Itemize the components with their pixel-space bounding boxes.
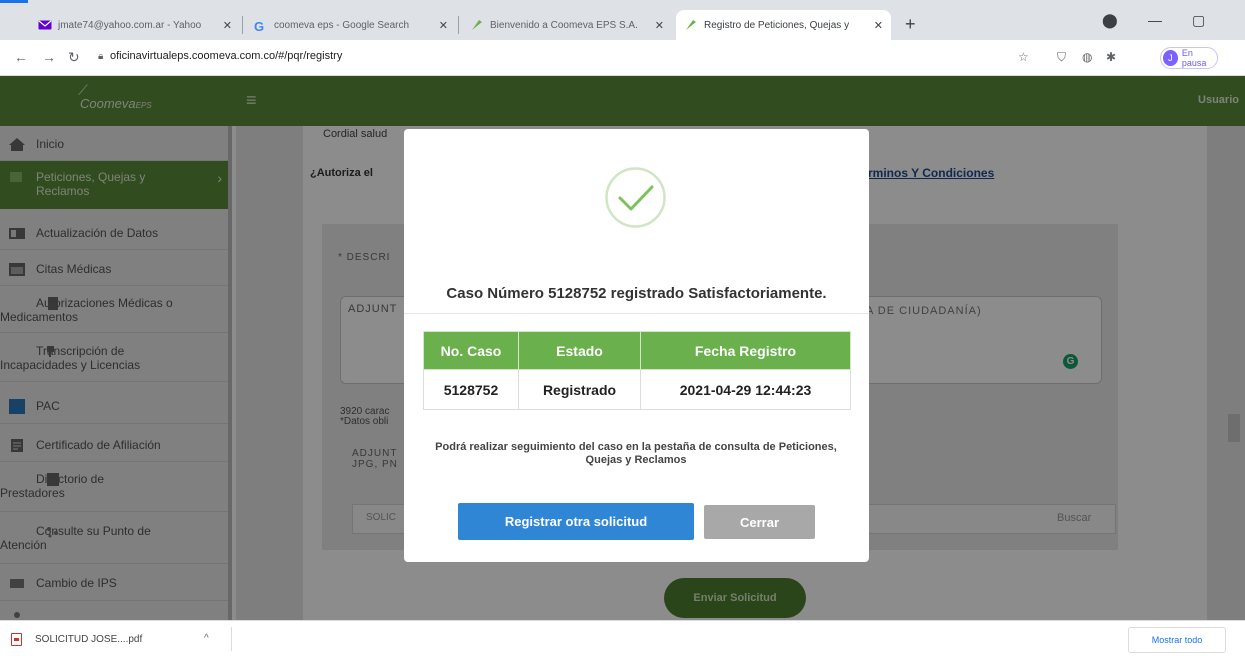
col-header-case-number: No. Caso (423, 331, 519, 370)
close-icon[interactable]: ✕ (215, 19, 232, 32)
browser-tab-strip: jmate74@yahoo.com.ar - Yahoo ✕ G coomeva… (0, 0, 1245, 40)
tab-title: coomeva eps - Google Search (274, 19, 410, 31)
cell-case-number: 5128752 (423, 369, 519, 410)
lock-icon[interactable]: 🔒︎ (98, 51, 103, 62)
profile-status: En pausa (1181, 48, 1207, 68)
record-icon[interactable]: ⬤ (1102, 12, 1118, 29)
table-header-row: No. Caso Estado Fecha Registro (423, 331, 851, 370)
chevron-up-icon[interactable]: ^ (204, 633, 209, 644)
modal-divider (404, 313, 869, 314)
download-item[interactable]: SOLICITUD JOSE....pdf (35, 634, 142, 645)
col-header-registration-date: Fecha Registro (640, 331, 851, 370)
shield-extension-icon[interactable]: ⛉ (1057, 50, 1066, 65)
star-icon[interactable]: ☆ (1018, 50, 1029, 64)
download-bar: SOLICITUD JOSE....pdf ^ Mostrar todo (0, 620, 1245, 656)
success-check-icon (596, 166, 675, 229)
avatar: J (1163, 50, 1178, 66)
back-arrow-icon[interactable]: ← (14, 49, 28, 65)
tab-coomeva-home[interactable]: Bienvenido a Coomeva EPS S.A. ✕ (462, 10, 672, 40)
follow-up-note: Podrá realizar seguimiento del caso en l… (435, 441, 837, 466)
google-icon: G (254, 19, 265, 34)
tab-yahoo[interactable]: jmate74@yahoo.com.ar - Yahoo ✕ (30, 10, 240, 40)
coomeva-leaf-icon (684, 19, 698, 31)
col-header-status: Estado (518, 331, 641, 370)
close-icon[interactable]: ✕ (431, 19, 448, 32)
download-separator (231, 627, 232, 651)
tab-title: Bienvenido a Coomeva EPS S.A. (490, 19, 638, 31)
puzzle-extension-icon[interactable]: ✱ (1106, 50, 1116, 64)
tab-strip-accent (0, 0, 28, 3)
minimize-icon[interactable]: — (1148, 12, 1162, 28)
circle-extension-icon[interactable]: ◍ (1082, 50, 1092, 64)
tab-registro-pqr[interactable]: Registro de Peticiones, Quejas y ✕ (676, 10, 891, 40)
register-another-button[interactable]: Registrar otra solicitud (458, 503, 694, 540)
success-message: Caso Número 5128752 registrado Satisfact… (446, 285, 827, 302)
coomeva-leaf-icon (470, 19, 484, 31)
table-row: 5128752 Registrado 2021-04-29 12:44:23 (423, 369, 851, 410)
reload-icon[interactable]: ↻ (68, 49, 80, 66)
tab-separator (458, 16, 459, 34)
tab-title: jmate74@yahoo.com.ar - Yahoo (58, 19, 202, 31)
cell-registration-date: 2021-04-29 12:44:23 (640, 369, 851, 410)
tab-google[interactable]: G coomeva eps - Google Search ✕ (246, 10, 456, 40)
pdf-icon (11, 633, 22, 646)
tab-title: Registro de Peticiones, Quejas y (704, 19, 850, 31)
case-table: No. Caso Estado Fecha Registro 5128752 R… (423, 331, 851, 410)
close-button[interactable]: Cerrar (704, 505, 815, 539)
show-all-downloads-button[interactable]: Mostrar todo (1128, 627, 1226, 653)
mail-icon (38, 19, 52, 31)
forward-arrow-icon[interactable]: → (42, 49, 56, 65)
address-bar[interactable]: oficinavirtualeps.coomeva.com.co/#/pqr/r… (110, 50, 342, 62)
cell-status: Registrado (518, 369, 641, 410)
profile-button[interactable]: J En pausa (1160, 47, 1218, 69)
close-icon[interactable]: ✕ (866, 19, 883, 32)
maximize-icon[interactable]: ▢ (1192, 12, 1205, 29)
close-icon[interactable]: ✕ (647, 19, 664, 32)
new-tab-icon[interactable]: + (905, 14, 916, 35)
browser-toolbar: ← → ↻ 🔒︎ oficinavirtualeps.coomeva.com.c… (0, 40, 1245, 76)
tab-separator (242, 16, 243, 34)
